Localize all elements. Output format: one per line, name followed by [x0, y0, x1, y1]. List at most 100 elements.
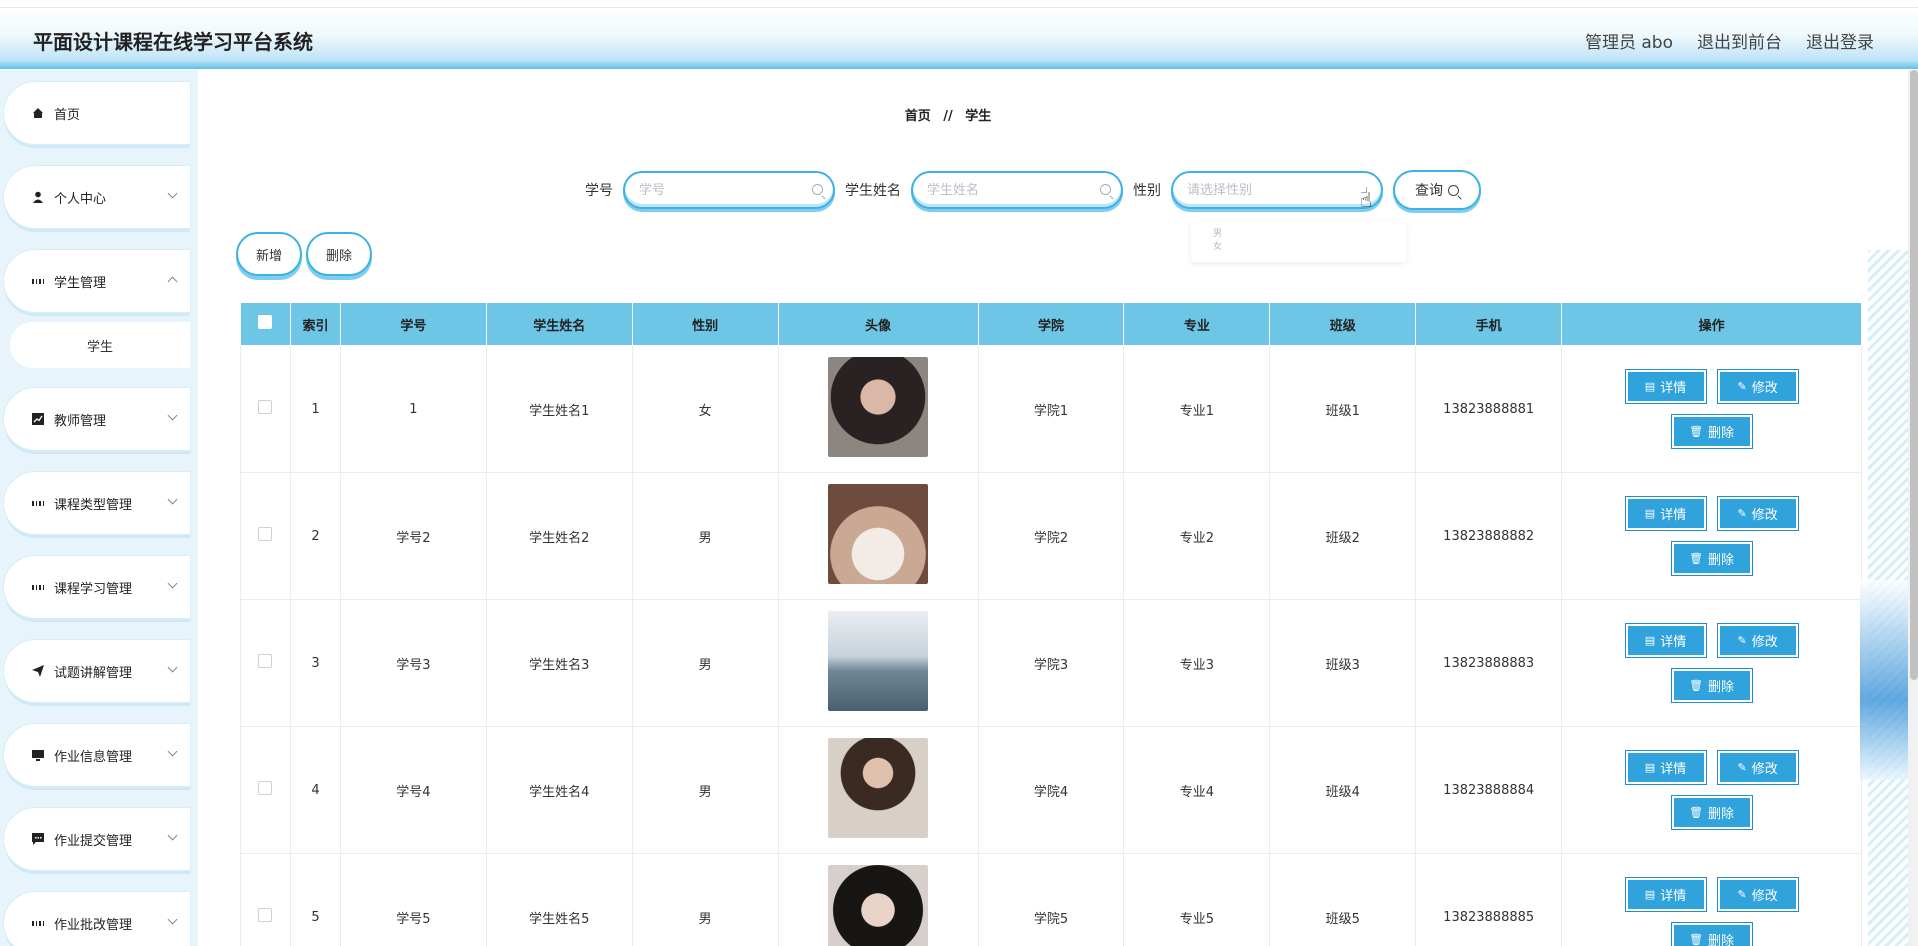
- cell-college: 学院4: [977, 726, 1125, 854]
- student-id-input[interactable]: [625, 173, 795, 207]
- delete-label: 删除: [1708, 426, 1735, 441]
- chevron-up-icon: [167, 276, 178, 287]
- admin-label[interactable]: 管理员 abo: [1585, 28, 1673, 53]
- gender-label: 性别: [1133, 183, 1161, 199]
- delete-label: 删除: [1708, 680, 1735, 695]
- sidebar-item-teacher-mgmt[interactable]: 教师管理: [4, 388, 190, 450]
- delete-button[interactable]: 🗑 删除: [1671, 415, 1752, 448]
- column-header: 专业: [1123, 302, 1271, 346]
- edit-button[interactable]: ✎ 修改: [1717, 497, 1798, 530]
- row-checkbox[interactable]: [258, 527, 273, 541]
- exit-to-front-link[interactable]: 退出到前台: [1697, 28, 1782, 53]
- detail-button[interactable]: ▤ 详情: [1625, 878, 1706, 911]
- sidebar-item-home[interactable]: 首页: [4, 82, 190, 144]
- edit-label: 修改: [1751, 635, 1778, 650]
- cell-class: 班级4: [1269, 726, 1417, 854]
- sidebar-item-personal[interactable]: 个人中心: [4, 166, 190, 228]
- chart-icon: [32, 413, 44, 425]
- document-icon: ▤: [1644, 380, 1656, 393]
- edit-button[interactable]: ✎ 修改: [1717, 370, 1798, 403]
- dropdown-option-female[interactable]: 女: [1213, 239, 1384, 252]
- detail-label: 详情: [1660, 381, 1687, 396]
- gender-select[interactable]: [1171, 171, 1383, 209]
- detail-button[interactable]: ▤ 详情: [1625, 751, 1706, 784]
- delete-button[interactable]: 🗑 删除: [1671, 923, 1752, 946]
- cell-index: 5: [289, 853, 341, 946]
- cell-college: 学院5: [977, 853, 1125, 946]
- edit-button[interactable]: ✎ 修改: [1717, 751, 1798, 784]
- breadcrumb-current: 学生: [965, 109, 992, 124]
- sidebar: 首页 个人中心 学生管理 学生 教师管理 课程类型管理 课程学习管理 试题讲解管…: [0, 70, 198, 946]
- cell-gender: 男: [631, 853, 779, 946]
- column-header: 学院: [977, 302, 1125, 346]
- cell-class: 班级1: [1269, 345, 1417, 473]
- logout-link[interactable]: 退出登录: [1806, 28, 1874, 53]
- cell-major: 专业4: [1123, 726, 1271, 854]
- column-header: 学号: [339, 302, 487, 346]
- column-header: 头像: [777, 302, 979, 346]
- batch-delete-button[interactable]: 删除: [306, 232, 372, 276]
- sidebar-item-course-study-mgmt[interactable]: 课程学习管理: [4, 556, 190, 618]
- student-id-label: 学号: [585, 183, 613, 199]
- detail-label: 详情: [1660, 508, 1687, 523]
- row-checkbox[interactable]: [258, 654, 273, 668]
- send-icon: [32, 665, 44, 677]
- sidebar-subitem-student[interactable]: 学生: [10, 322, 190, 368]
- row-checkbox[interactable]: [258, 781, 273, 795]
- cell-index: 3: [289, 599, 341, 727]
- search-icon: [1100, 184, 1111, 195]
- sidebar-item-label: 课程学习管理: [54, 581, 133, 597]
- edit-label: 修改: [1751, 381, 1778, 396]
- query-button[interactable]: 查询: [1393, 170, 1481, 210]
- column-header: 班级: [1269, 302, 1417, 346]
- delete-button[interactable]: 🗑 删除: [1671, 796, 1752, 829]
- edit-button[interactable]: ✎ 修改: [1717, 624, 1798, 657]
- cell-student-id: 学号4: [339, 726, 487, 854]
- sidebar-item-homework-submit-mgmt[interactable]: 作业提交管理: [4, 808, 190, 870]
- dropdown-option-male[interactable]: 男: [1213, 226, 1384, 239]
- sidebar-item-course-type-mgmt[interactable]: 课程类型管理: [4, 472, 190, 534]
- detail-button[interactable]: ▤ 详情: [1625, 624, 1706, 657]
- detail-button[interactable]: ▤ 详情: [1625, 370, 1706, 403]
- table-row: 5 学号5 学生姓名5 男 学院5 专业5 班级5 13823888885 ▤ 详…: [240, 853, 1862, 946]
- delete-button[interactable]: 🗑 删除: [1671, 542, 1752, 575]
- trash-icon: 🗑: [1689, 679, 1704, 692]
- decorative-wave: [1860, 580, 1908, 780]
- cell-operations: ▤ 详情 ✎ 修改 🗑 删除: [1561, 853, 1862, 946]
- row-select-cell: [240, 599, 291, 727]
- cell-phone: 13823888883: [1415, 599, 1563, 727]
- column-header: 索引: [289, 302, 341, 346]
- edit-button[interactable]: ✎ 修改: [1717, 878, 1798, 911]
- row-checkbox[interactable]: [258, 908, 273, 922]
- app-title: 平面设计课程在线学习平台系统: [33, 30, 313, 54]
- cell-operations: ▤ 详情 ✎ 修改 🗑 删除: [1561, 599, 1862, 727]
- student-name-field: [911, 171, 1123, 209]
- select-all-checkbox[interactable]: [258, 315, 273, 329]
- table-row: 4 学号4 学生姓名4 男 学院4 专业4 班级4 13823888884 ▤ 详…: [240, 726, 1862, 854]
- document-icon: ▤: [1644, 507, 1656, 520]
- delete-button[interactable]: 🗑 删除: [1671, 669, 1752, 702]
- cell-gender: 男: [631, 599, 779, 727]
- breadcrumb-home[interactable]: 首页: [905, 109, 931, 124]
- avatar: [828, 357, 929, 457]
- window-topline: [0, 0, 1918, 8]
- query-button-label: 查询: [1415, 183, 1443, 199]
- sidebar-item-question-mgmt[interactable]: 试题讲解管理: [4, 640, 190, 702]
- pointer-cursor-icon: ☝: [1360, 188, 1373, 212]
- cell-college: 学院1: [977, 345, 1125, 473]
- detail-button[interactable]: ▤ 详情: [1625, 497, 1706, 530]
- cell-avatar: [777, 345, 979, 473]
- sidebar-item-homework-grade-mgmt[interactable]: 作业批改管理: [4, 892, 190, 946]
- chevron-down-icon: [167, 494, 178, 505]
- row-checkbox[interactable]: [258, 400, 273, 414]
- gender-select-input[interactable]: [1173, 173, 1343, 207]
- scrollbar-thumb[interactable]: [1910, 70, 1918, 680]
- student-id-field: [623, 171, 835, 209]
- trash-icon: 🗑: [1689, 425, 1704, 438]
- cell-avatar: [777, 599, 979, 727]
- sidebar-item-homework-info-mgmt[interactable]: 作业信息管理: [4, 724, 190, 786]
- student-name-input[interactable]: [913, 173, 1083, 207]
- add-button[interactable]: 新增: [236, 232, 302, 276]
- chevron-down-icon: [167, 662, 178, 673]
- sidebar-item-student-mgmt[interactable]: 学生管理: [4, 250, 190, 312]
